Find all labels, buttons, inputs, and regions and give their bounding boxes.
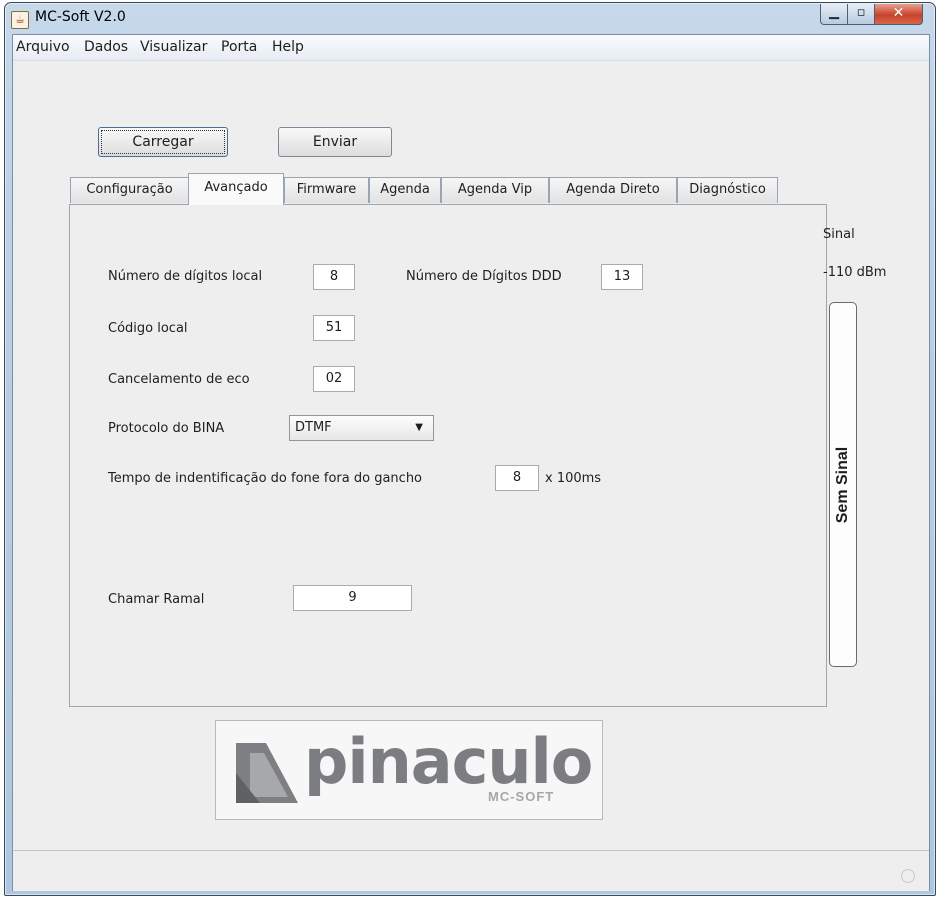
bina-protocol-select[interactable]: DTMF ▼ (289, 415, 434, 441)
local-digits-label: Número de dígitos local (108, 269, 263, 284)
tab-firmware[interactable]: Firmware (284, 177, 369, 203)
echo-cancel-field[interactable]: 02 (313, 366, 355, 392)
advanced-panel: Número de dígitos local 8 Número de Dígi… (69, 204, 827, 707)
logo-mark-icon (236, 743, 298, 803)
connection-status-icon (901, 869, 915, 883)
menu-bar: Arquivo Dados Visualizar Porta Help (13, 35, 929, 61)
status-bar (13, 850, 929, 891)
pinaculo-logo: pinaculo MC-SOFT (215, 720, 603, 820)
java-cup-icon[interactable]: ☕ (11, 11, 29, 29)
call-extension-field[interactable]: 9 (293, 585, 412, 611)
menu-arquivo[interactable]: Arquivo (16, 39, 70, 55)
logo-subtitle: MC-SOFT (488, 789, 555, 804)
signal-progress-bar: Sem Sinal (829, 302, 857, 667)
menu-dados[interactable]: Dados (84, 39, 128, 55)
load-button[interactable]: Carregar (98, 127, 228, 157)
echo-cancel-label: Cancelamento de eco (108, 372, 250, 387)
local-code-label: Código local (108, 321, 188, 336)
app-window: ☕ MC-Soft V2.0 ▁ ▫ ✕ Arquivo Dados Visua… (4, 2, 936, 896)
signal-bar-text: Sem Sinal (834, 446, 851, 523)
window-title: MC-Soft V2.0 (35, 9, 126, 25)
tab-agenda-vip[interactable]: Agenda Vip (441, 177, 549, 203)
tab-configuracao[interactable]: Configuração (70, 177, 189, 203)
menu-help[interactable]: Help (272, 39, 304, 55)
signal-level: -110 dBm (823, 265, 887, 280)
send-button[interactable]: Enviar (278, 127, 392, 157)
menu-visualizar[interactable]: Visualizar (140, 39, 207, 55)
logo-wordmark: pinaculo (304, 725, 593, 798)
bina-protocol-label: Protocolo do BINA (108, 421, 225, 436)
maximize-icon: ▫ (856, 5, 866, 20)
maximize-button[interactable]: ▫ (847, 4, 875, 25)
local-digits-field[interactable]: 8 (313, 264, 355, 290)
ddd-digits-label: Número de Dígitos DDD (406, 269, 562, 284)
minimize-icon: ▁ (829, 5, 839, 20)
tab-agenda[interactable]: Agenda (369, 177, 441, 203)
signal-title: Sinal (823, 227, 855, 242)
minimize-button[interactable]: ▁ (820, 4, 848, 25)
call-extension-label: Chamar Ramal (108, 592, 205, 607)
offhook-time-unit: x 100ms (545, 471, 602, 486)
tab-diagnostico[interactable]: Diagnóstico (677, 177, 778, 203)
chevron-down-icon: ▼ (415, 422, 423, 433)
menu-porta[interactable]: Porta (221, 39, 257, 55)
ddd-digits-field[interactable]: 13 (601, 264, 643, 290)
close-button[interactable]: ✕ (874, 4, 923, 25)
offhook-time-field[interactable]: 8 (495, 465, 539, 491)
tab-agenda-direto[interactable]: Agenda Direto (549, 177, 677, 203)
bina-protocol-value: DTMF (295, 420, 332, 435)
close-icon: ✕ (892, 5, 905, 21)
local-code-field[interactable]: 51 (313, 315, 355, 341)
offhook-time-label: Tempo de indentificação do fone fora do … (108, 471, 423, 486)
tab-avancado[interactable]: Avançado (188, 173, 284, 205)
title-bar[interactable]: ☕ MC-Soft V2.0 ▁ ▫ ✕ (5, 3, 935, 33)
client-area: Arquivo Dados Visualizar Porta Help Carr… (12, 34, 930, 891)
